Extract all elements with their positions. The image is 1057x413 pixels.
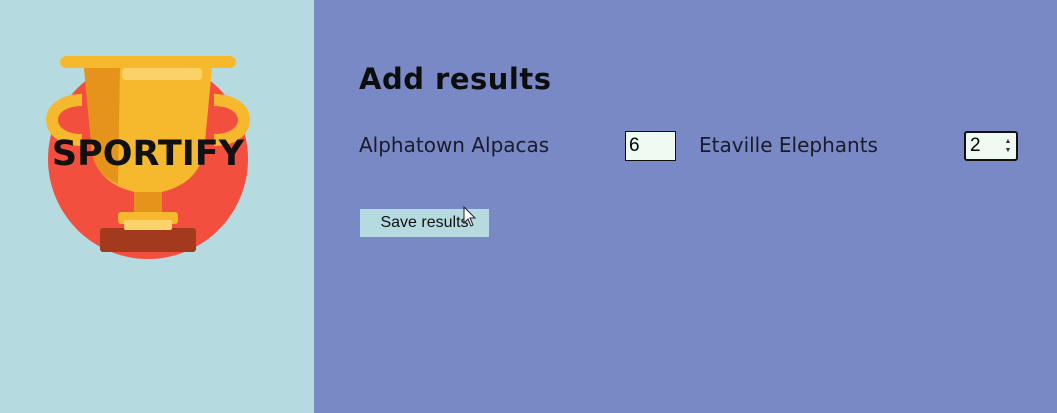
team-b-score-value: 2 xyxy=(970,135,981,156)
team-b-label: Etaville Elephants xyxy=(699,133,878,157)
brand-name: SPORTIFY xyxy=(51,134,245,174)
chevron-up-icon[interactable]: ▲ xyxy=(1005,137,1012,146)
stepper-arrows[interactable]: ▲ ▼ xyxy=(1000,133,1016,159)
sportify-logo: SPORTIFY xyxy=(40,52,256,262)
team-a-score-input[interactable]: 6 xyxy=(625,131,676,161)
mouse-pointer-icon xyxy=(463,206,477,227)
app: SPORTIFY Add results Alphatown Alpacas 6… xyxy=(0,0,1057,413)
chevron-down-icon[interactable]: ▼ xyxy=(1005,146,1012,155)
sidebar: SPORTIFY xyxy=(0,0,314,413)
page-title: Add results xyxy=(359,62,552,96)
team-a-label: Alphatown Alpacas xyxy=(359,133,550,157)
team-b-score-stepper[interactable]: 2 ▲ ▼ xyxy=(964,131,1018,161)
main-panel: Add results Alphatown Alpacas 6 Etaville… xyxy=(314,0,1057,413)
